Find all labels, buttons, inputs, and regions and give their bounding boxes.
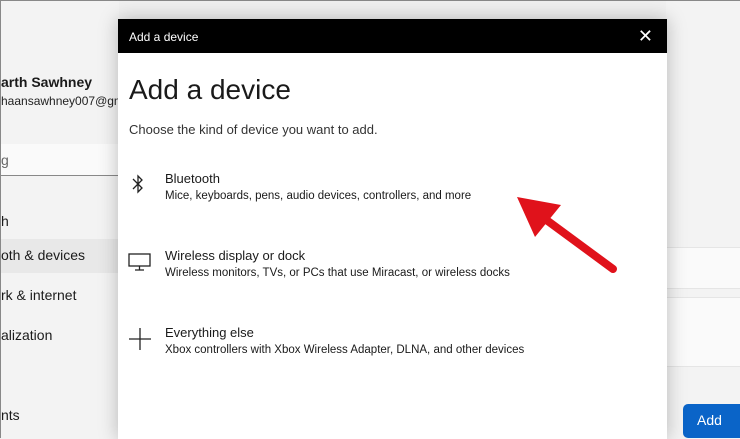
settings-content xyxy=(666,1,740,439)
option-everything-else[interactable]: Everything else Xbox controllers with Xb… xyxy=(118,325,667,385)
sidebar-item-accounts[interactable]: nts xyxy=(1,399,119,433)
option-desc: Wireless monitors, TVs, or PCs that use … xyxy=(165,267,510,279)
sidebar-item-bluetooth-devices[interactable]: oth & devices xyxy=(1,239,119,273)
option-title: Wireless display or dock xyxy=(165,248,306,263)
monitor-icon xyxy=(128,250,154,276)
option-desc: Xbox controllers with Xbox Wireless Adap… xyxy=(165,344,525,356)
option-desc: Mice, keyboards, pens, audio devices, co… xyxy=(165,190,472,202)
bluetooth-icon xyxy=(128,173,154,199)
add-device-button[interactable]: Add xyxy=(683,404,740,438)
settings-row[interactable] xyxy=(666,247,740,289)
settings-row[interactable] xyxy=(666,297,740,367)
close-icon[interactable]: ✕ xyxy=(638,26,653,47)
window-title: Add a device xyxy=(129,30,199,44)
user-email: haansawhney007@gm xyxy=(1,94,124,108)
user-name: arth Sawhney xyxy=(1,74,93,90)
sidebar-item-network-internet[interactable]: rk & internet xyxy=(1,279,119,313)
sidebar-item-system[interactable]: h xyxy=(1,205,119,239)
dialog-subtitle: Choose the kind of device you want to ad… xyxy=(129,122,378,137)
option-title: Everything else xyxy=(165,325,254,340)
annotation-arrow-icon xyxy=(517,197,617,273)
settings-search-input[interactable]: g xyxy=(1,144,119,176)
dialog-titlebar: Add a device ✕ xyxy=(118,19,667,53)
sidebar-item-personalization[interactable]: alization xyxy=(1,319,119,353)
option-title: Bluetooth xyxy=(165,171,220,186)
plus-icon xyxy=(128,327,154,353)
dialog-heading: Add a device xyxy=(129,74,291,105)
